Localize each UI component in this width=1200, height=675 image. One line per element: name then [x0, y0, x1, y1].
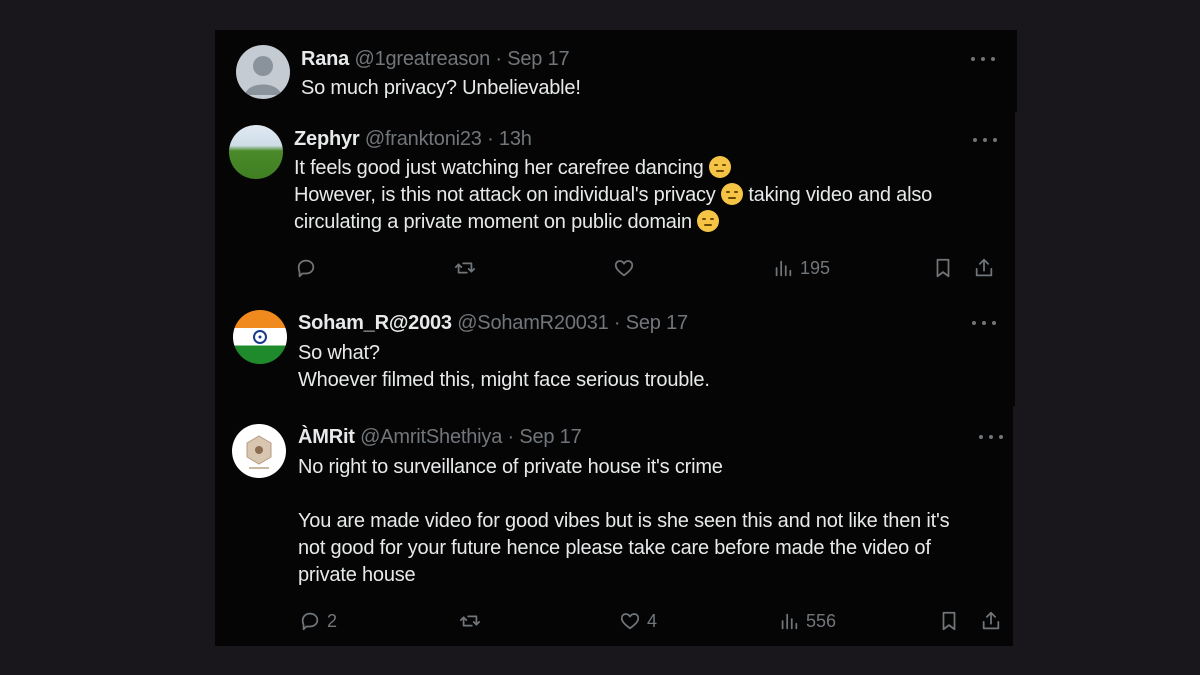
tweet-line: No right to surveillance of private hous…: [298, 456, 723, 478]
separator-dot: ·: [613, 312, 621, 334]
tweet-line: However, is this not attack on individua…: [294, 184, 716, 206]
thinking-face-emoji: [720, 183, 743, 205]
reply-button[interactable]: 2: [299, 610, 337, 632]
bookmark-button[interactable]: [938, 610, 960, 632]
tweet-card[interactable]: Zephyr @franktoni23 · 13h It feels good …: [215, 112, 1015, 292]
tweet-line: It feels good just watching her carefree…: [294, 157, 704, 179]
avatar[interactable]: [236, 45, 290, 99]
tweet-card[interactable]: ÀMRit @AmritShethiya · Sep 17 No right t…: [215, 406, 1013, 646]
tweet-line: taking video and also: [748, 184, 933, 206]
share-icon: [975, 258, 993, 277]
separator-dot: ·: [507, 426, 514, 448]
reply-icon: [297, 259, 315, 278]
bookmark-button[interactable]: [932, 257, 954, 279]
tweet-line: You are made video for good vibes but is…: [298, 510, 950, 532]
avatar[interactable]: [232, 424, 286, 478]
display-name[interactable]: ÀMRit: [298, 426, 355, 448]
tweet-header: Soham_R@2003 @SohamR20031 · Sep 17: [298, 312, 688, 335]
retweet-button[interactable]: [459, 610, 487, 632]
timestamp[interactable]: Sep 17: [507, 48, 569, 70]
like-button[interactable]: 4: [619, 610, 657, 632]
views-icon: [781, 613, 798, 630]
tweet-line: Whoever filmed this, might face serious …: [298, 369, 710, 391]
tweet-text: It feels good just watching her carefree…: [294, 155, 932, 236]
logo-avatar-icon: [246, 435, 272, 469]
user-handle[interactable]: @1greatreason: [354, 48, 490, 70]
tweet-header: ÀMRit @AmritShethiya · Sep 17: [298, 426, 582, 449]
reply-button[interactable]: [295, 257, 323, 279]
display-name[interactable]: Soham_R@2003: [298, 312, 452, 334]
reply-icon: [301, 612, 319, 631]
tweet-card[interactable]: Rana @1greatreason · Sep 17 So much priv…: [215, 30, 1017, 112]
timestamp[interactable]: Sep 17: [626, 312, 688, 334]
share-icon: [982, 611, 1000, 630]
views-count: 195: [800, 257, 831, 278]
user-handle[interactable]: @franktoni23: [365, 128, 482, 150]
flag-icon: [253, 330, 267, 344]
like-button[interactable]: [613, 257, 641, 279]
retweet-button[interactable]: [454, 257, 482, 279]
tweet-line: So what?: [298, 342, 380, 364]
tweet-line: So much privacy? Unbelievable!: [301, 77, 581, 99]
more-icon[interactable]: [971, 52, 995, 66]
eye-roll-face-emoji: [697, 210, 720, 232]
like-icon: [614, 260, 634, 277]
like-icon: [620, 613, 640, 630]
tweet-text: No right to surveillance of private hous…: [298, 454, 950, 589]
retweet-icon: [454, 262, 476, 274]
views-button[interactable]: 195: [772, 257, 830, 279]
retweet-icon: [459, 615, 481, 627]
tweet-line: not good for your future hence please ta…: [298, 537, 931, 559]
user-handle[interactable]: @AmritShethiya: [360, 426, 502, 448]
share-button[interactable]: [980, 610, 1002, 632]
views-icon: [775, 260, 792, 277]
timestamp[interactable]: 13h: [499, 128, 532, 150]
avatar[interactable]: [233, 310, 287, 364]
user-handle[interactable]: @SohamR20031: [457, 312, 609, 334]
more-icon[interactable]: [972, 316, 996, 330]
display-name[interactable]: Zephyr: [294, 128, 360, 150]
tweet-card[interactable]: Soham_R@2003 @SohamR20031 · Sep 17 So wh…: [215, 292, 1015, 406]
bookmark-icon: [936, 258, 950, 278]
relieved-face-emoji: [708, 156, 731, 178]
timestamp[interactable]: Sep 17: [519, 426, 581, 448]
views-count: 556: [806, 610, 837, 631]
tweet-line: private house: [298, 564, 416, 586]
bookmark-icon: [942, 611, 956, 631]
avatar[interactable]: [229, 125, 283, 179]
reply-count: 2: [327, 610, 338, 631]
share-button[interactable]: [973, 257, 995, 279]
tweet-text: So what? Whoever filmed this, might face…: [298, 340, 710, 394]
more-icon[interactable]: [979, 430, 1003, 444]
more-icon[interactable]: [973, 133, 997, 147]
separator-dot: ·: [487, 128, 494, 150]
tweet-header: Zephyr @franktoni23 · 13h: [294, 128, 532, 151]
default-avatar-icon: [245, 56, 281, 95]
separator-dot: ·: [495, 48, 502, 70]
display-name[interactable]: Rana: [301, 48, 349, 70]
tweet-text: So much privacy? Unbelievable!: [301, 75, 581, 102]
tweet-line: circulating a private moment on public d…: [294, 211, 692, 233]
tweet-header: Rana @1greatreason · Sep 17: [301, 48, 570, 71]
like-count: 4: [647, 610, 658, 631]
views-button[interactable]: 556: [778, 610, 836, 632]
